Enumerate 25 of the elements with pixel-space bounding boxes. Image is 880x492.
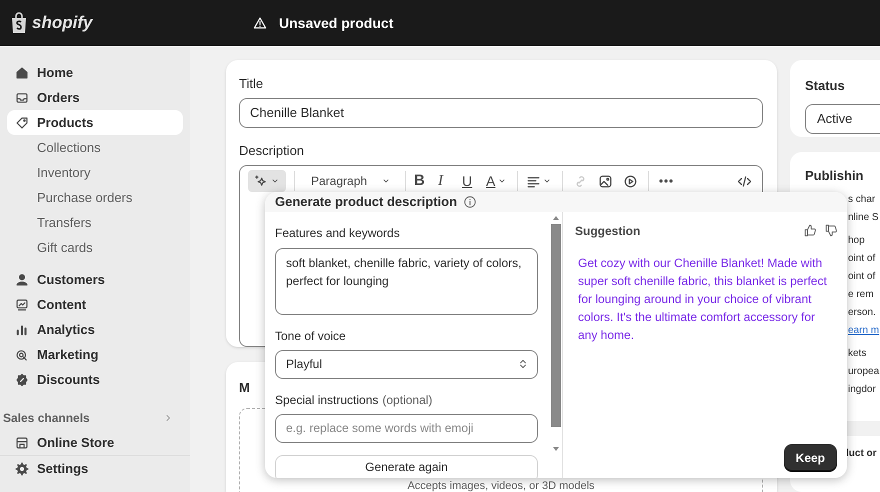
popover-title: Generate product description [275,193,458,211]
card-heading: M [239,379,250,397]
publishing-text: hop [848,234,865,248]
card-heading: Status [805,77,845,95]
publishing-text: oint of [848,252,876,266]
page-title: Unsaved product [279,14,394,33]
suggestion-text: Get cozy with our Chenille Blanket! Made with super soft chenille fabric, this blanket is perfect for lounging around in your choice of vibrant colors. It's the ultimate comfort accessory for any home. [577,254,828,344]
field-label: Tone of voice [275,328,346,344]
publishing-text: kets [848,347,866,362]
field-label: Title [239,75,264,93]
dropzone-hint: Accepts images, videos, or 3D models [407,480,595,492]
publishing-text: s char [848,193,876,208]
optional-note: (optional) [382,392,432,408]
card-heading: Publishin [805,166,864,185]
field-label: Special instructions [275,392,378,408]
publishing-text: uropea [848,365,880,380]
publishing-text: oint of [848,270,876,284]
publishing-text: erson. [848,306,876,320]
field-label: Features and keywords [275,224,400,242]
field-label: Description [239,142,304,160]
logo-wordmark: shopify [32,12,92,34]
publishing-text: nline S [848,211,879,226]
publishing-text: e rem [848,288,874,302]
suggestion-label: Suggestion [575,222,640,240]
publishing-text: ingdor [848,383,876,398]
